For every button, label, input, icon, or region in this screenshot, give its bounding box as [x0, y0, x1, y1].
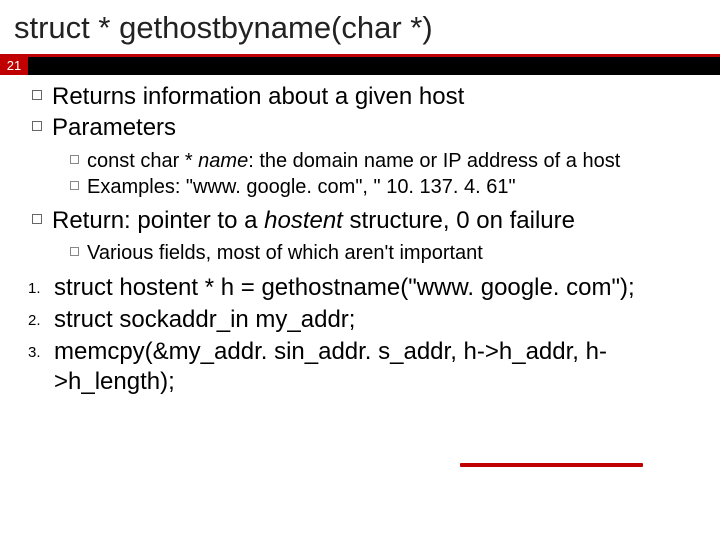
numbered-item: 1. struct hostent * h = gethostname("www… — [28, 273, 706, 303]
sub-bullet-icon — [70, 247, 79, 256]
bullet-text: Return: pointer to a hostent structure, … — [52, 207, 575, 236]
sub-bullet-item: const char * name: the domain name or IP… — [70, 149, 706, 174]
numbered-text: struct sockaddr_in my_addr; — [54, 305, 355, 335]
bullet-item: Return: pointer to a hostent structure, … — [14, 207, 706, 236]
slide-title: struct * gethostbyname(char *) — [0, 0, 720, 57]
bullet-icon — [32, 90, 42, 100]
sub-bullet-text: Examples: "www. google. com", " 10. 137.… — [87, 175, 516, 200]
sub-bullet-icon — [70, 181, 79, 190]
number-label: 3. — [28, 344, 54, 361]
numbered-text: memcpy(&my_addr. sin_addr. s_addr, h->h_… — [54, 337, 706, 397]
slide-number: 21 — [0, 57, 28, 75]
sub-bullet-text: Various fields, most of which aren't imp… — [87, 241, 483, 266]
number-label: 1. — [28, 280, 54, 297]
bullet-item: Returns information about a given host — [14, 83, 706, 112]
bullet-icon — [32, 121, 42, 131]
annotation-underline — [460, 463, 643, 467]
bullet-icon — [32, 214, 42, 224]
numbered-item: 3. memcpy(&my_addr. sin_addr. s_addr, h-… — [28, 337, 706, 397]
divider-bar — [28, 57, 720, 75]
numbered-text: struct hostent * h = gethostname("www. g… — [54, 273, 635, 303]
sub-bullet-text: const char * name: the domain name or IP… — [87, 149, 620, 174]
sub-bullet-item: Examples: "www. google. com", " 10. 137.… — [70, 175, 706, 200]
bullet-text: Parameters — [52, 114, 176, 143]
slide-content: Returns information about a given host P… — [0, 75, 720, 397]
sub-bullet-icon — [70, 155, 79, 164]
bullet-item: Parameters — [14, 114, 706, 143]
sub-bullet-item: Various fields, most of which aren't imp… — [70, 241, 706, 266]
slide-number-bar: 21 — [0, 57, 720, 75]
bullet-text: Returns information about a given host — [52, 83, 464, 112]
number-label: 2. — [28, 312, 54, 329]
numbered-item: 2. struct sockaddr_in my_addr; — [28, 305, 706, 335]
